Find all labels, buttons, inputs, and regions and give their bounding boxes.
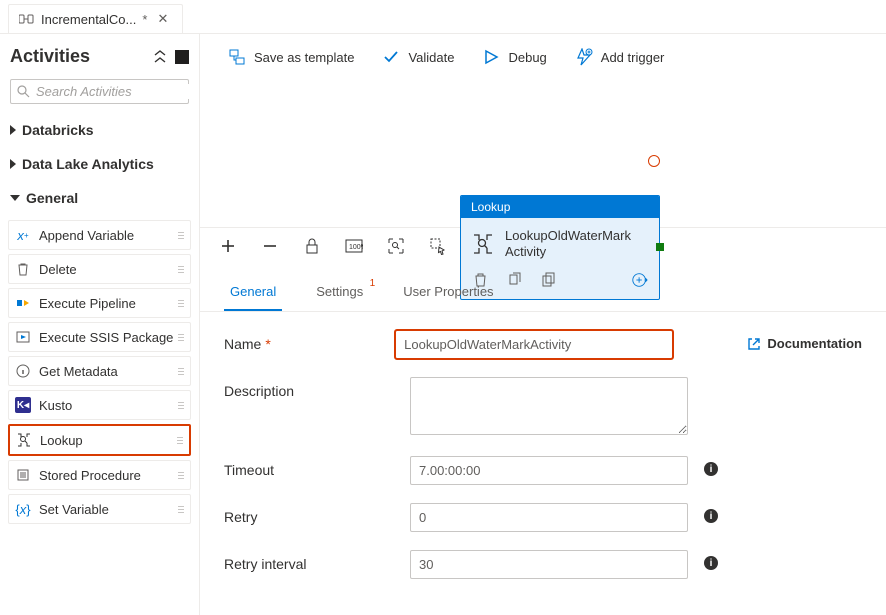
info-icon[interactable]: i <box>704 462 718 476</box>
stored-procedure-icon <box>15 467 31 483</box>
external-link-icon <box>747 337 761 351</box>
drag-grip-icon <box>178 300 184 307</box>
add-trigger-button[interactable]: Add trigger <box>575 48 665 66</box>
play-icon <box>482 48 500 66</box>
drag-grip-icon <box>178 368 184 375</box>
retry-field[interactable] <box>410 503 688 532</box>
group-data-lake-analytics[interactable]: Data Lake Analytics <box>8 150 191 178</box>
name-field[interactable] <box>395 330 673 359</box>
copy-activity-button[interactable] <box>539 271 557 289</box>
validate-button[interactable]: Validate <box>382 48 454 66</box>
lookup-icon <box>16 432 32 448</box>
sidebar-header: Activities <box>10 46 90 67</box>
collapse-sidebar-icon[interactable] <box>153 50 167 64</box>
delete-icon <box>15 261 31 277</box>
pipeline-toolbar: Save as template Validate Debug <box>200 34 886 80</box>
lookup-icon <box>471 232 495 256</box>
kusto-icon: K◂ <box>15 397 31 413</box>
info-icon[interactable]: i <box>704 556 718 570</box>
activity-execute-ssis[interactable]: Execute SSIS Package <box>8 322 191 352</box>
svg-text:100%: 100% <box>349 244 363 251</box>
append-variable-icon: x+ <box>15 227 31 243</box>
activity-append-variable[interactable]: x+ Append Variable <box>8 220 191 250</box>
general-form: Name* Documentation Description Time <box>200 312 886 615</box>
execute-pipeline-icon <box>15 295 31 311</box>
file-tab[interactable]: IncrementalCo... * ✕ <box>8 4 183 33</box>
template-icon <box>228 48 246 66</box>
sidebar-settings-icon[interactable] <box>175 50 189 64</box>
close-tab-button[interactable]: ✕ <box>153 11 172 27</box>
debug-button[interactable]: Debug <box>482 48 546 66</box>
retry-label: Retry <box>224 503 394 525</box>
group-general[interactable]: General <box>8 184 191 212</box>
tab-general[interactable]: General <box>224 278 282 311</box>
info-icon[interactable]: i <box>704 509 718 523</box>
activity-lookup[interactable]: Lookup <box>8 424 191 456</box>
select-mode-button[interactable] <box>428 236 448 256</box>
general-activities-list: x+ Append Variable Delete <box>8 218 191 524</box>
get-metadata-icon <box>15 363 31 379</box>
drag-grip-icon <box>178 232 184 239</box>
add-output-button[interactable] <box>631 271 649 289</box>
activities-sidebar: Activities Databricks <box>0 34 200 615</box>
activity-kusto[interactable]: K◂ Kusto <box>8 390 191 420</box>
save-as-template-button[interactable]: Save as template <box>228 48 354 66</box>
check-icon <box>382 48 400 66</box>
lock-button[interactable] <box>302 236 322 256</box>
activity-delete[interactable]: Delete <box>8 254 191 284</box>
search-activities[interactable] <box>10 79 189 104</box>
activity-get-metadata[interactable]: Get Metadata <box>8 356 191 386</box>
retry-interval-field[interactable] <box>410 550 688 579</box>
dirty-indicator: * <box>142 12 147 27</box>
drag-grip-icon <box>178 266 184 273</box>
retry-interval-label: Retry interval <box>224 550 394 572</box>
activity-execute-pipeline[interactable]: Execute Pipeline <box>8 288 191 318</box>
search-icon <box>17 85 30 98</box>
description-label: Description <box>224 377 394 399</box>
drag-grip-icon <box>178 334 184 341</box>
zoom-out-button[interactable] <box>260 236 280 256</box>
documentation-link[interactable]: Documentation <box>747 330 862 351</box>
group-databricks[interactable]: Databricks <box>8 116 191 144</box>
settings-badge: 1 <box>370 278 376 289</box>
drag-grip-icon <box>178 506 184 513</box>
name-label: Name* <box>224 330 379 352</box>
set-variable-icon: {x} <box>15 501 31 517</box>
canvas-marker-icon <box>648 155 660 167</box>
zoom-to-selection-button[interactable] <box>386 236 406 256</box>
chevron-right-icon <box>10 125 16 135</box>
tab-user-properties[interactable]: User Properties <box>397 278 499 311</box>
chevron-down-icon <box>10 195 20 201</box>
execute-ssis-icon <box>15 329 31 345</box>
chevron-right-icon <box>10 159 16 169</box>
drag-grip-icon <box>177 437 183 444</box>
zoom-fit-button[interactable]: 100% <box>344 236 364 256</box>
trigger-icon <box>575 48 593 66</box>
success-connector[interactable] <box>656 243 664 251</box>
activity-stored-procedure[interactable]: Stored Procedure <box>8 460 191 490</box>
tab-strip: IncrementalCo... * ✕ <box>0 0 886 34</box>
description-field[interactable] <box>410 377 688 435</box>
activity-set-variable[interactable]: {x} Set Variable <box>8 494 191 524</box>
zoom-in-button[interactable] <box>218 236 238 256</box>
pipeline-canvas[interactable]: Lookup LookupOldWaterMarkActivity <box>200 80 886 227</box>
pipeline-icon <box>19 13 35 25</box>
search-input[interactable] <box>36 84 200 99</box>
timeout-label: Timeout <box>224 456 394 478</box>
timeout-field[interactable] <box>410 456 688 485</box>
activity-type-label: Lookup <box>461 196 659 218</box>
activity-title: LookupOldWaterMarkActivity <box>505 228 631 261</box>
drag-grip-icon <box>178 472 184 479</box>
file-tab-title: IncrementalCo... <box>41 12 136 27</box>
clone-activity-button[interactable] <box>505 271 523 289</box>
drag-grip-icon <box>178 402 184 409</box>
tab-settings[interactable]: Settings1 <box>310 278 369 311</box>
